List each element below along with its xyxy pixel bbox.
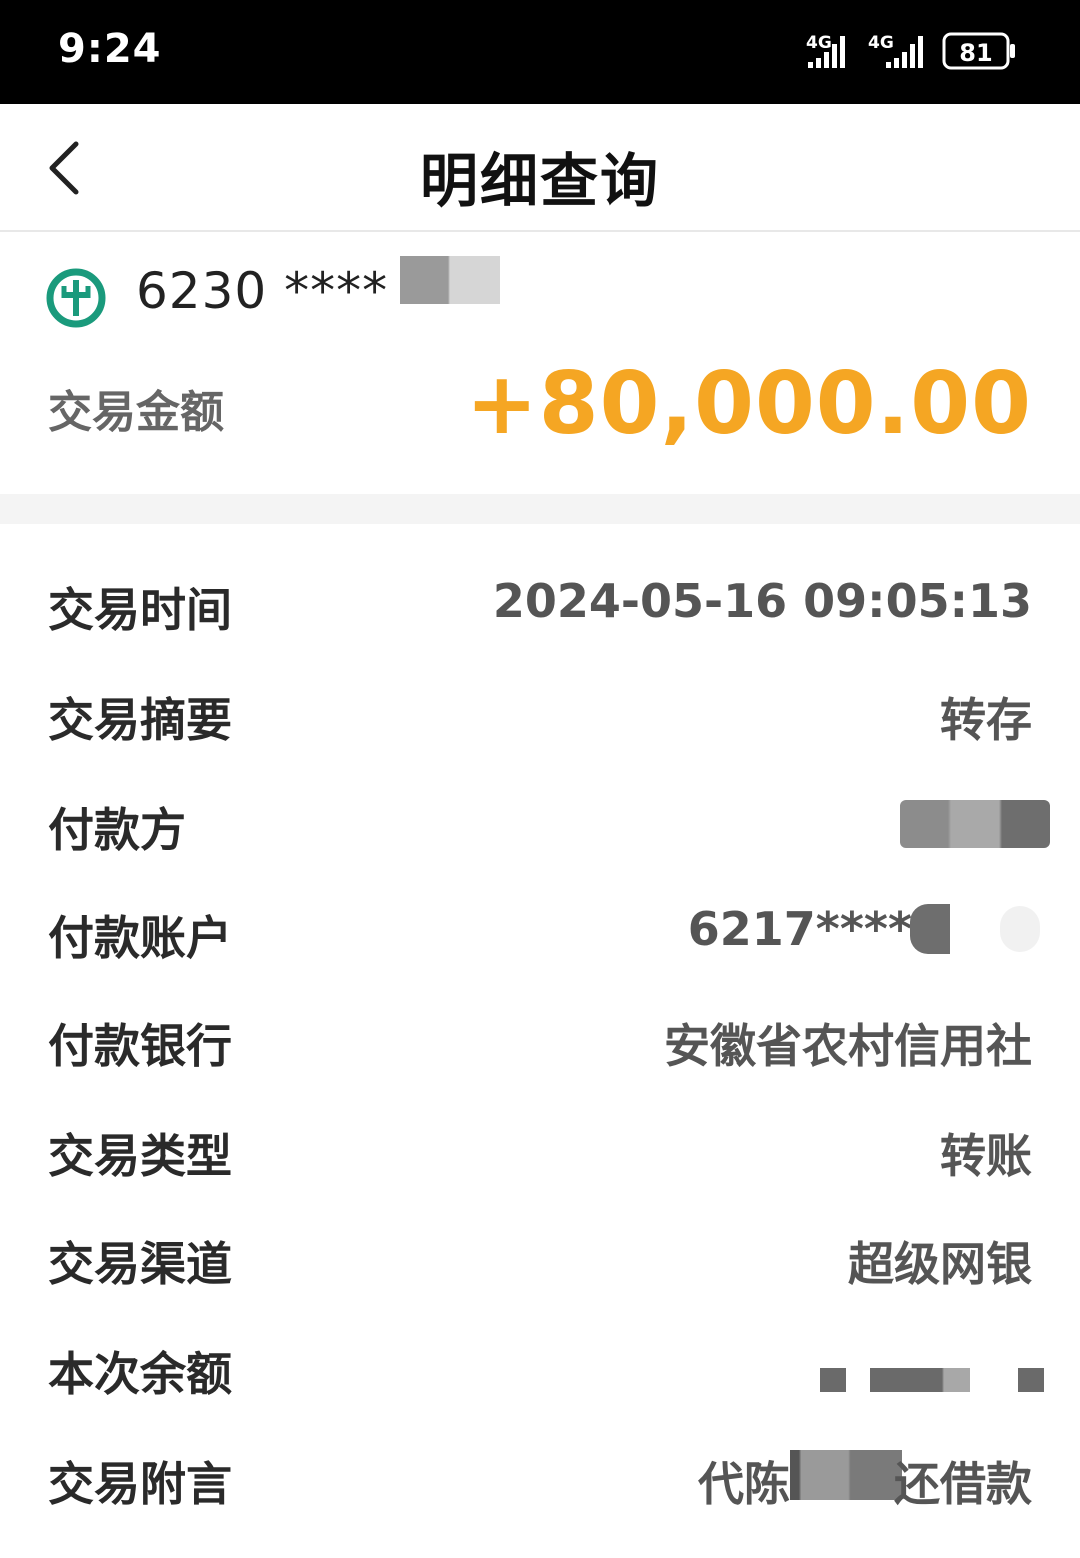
battery-icon: 81 — [942, 32, 1015, 70]
network-1-label: 4G — [806, 33, 832, 53]
detail-row-remark: 交易附言 代陈 还借款 — [0, 1424, 1080, 1532]
nav-bar: 明细查询 — [0, 104, 1080, 232]
redacted-account-tail — [1000, 906, 1040, 952]
amount-label: 交易金额 — [48, 387, 224, 438]
detail-row-channel: 交易渠道 超级网银 — [0, 1204, 1080, 1312]
redacted-account — [910, 904, 950, 954]
redacted-remark-name — [790, 1450, 902, 1500]
detail-value: 超级网银 — [848, 1237, 1032, 1291]
redacted-balance-3 — [1018, 1368, 1044, 1392]
detail-value-prefix: 代陈 — [698, 1457, 790, 1511]
detail-row-payer-bank: 付款银行 安徽省农村信用社 — [0, 986, 1080, 1094]
detail-value-suffix: 还借款 — [894, 1457, 1032, 1511]
status-bar: 9:24 4G 4G 81 — [0, 0, 1080, 104]
network-2-label: 4G — [868, 33, 894, 53]
redacted-balance-2 — [870, 1368, 970, 1392]
detail-row-balance: 本次余额 — [0, 1314, 1080, 1422]
detail-row-type: 交易类型 转账 — [0, 1096, 1080, 1204]
signal-2-icon: 4G — [868, 33, 923, 68]
signal-1-icon: 4G — [806, 33, 845, 68]
detail-label: 交易附言 — [48, 1457, 232, 1511]
redacted-card-digits — [400, 256, 500, 304]
detail-row-time: 交易时间 2024-05-16 09:05:13 — [0, 550, 1080, 658]
detail-row-summary: 交易摘要 转存 — [0, 660, 1080, 768]
detail-label: 付款账户 — [48, 911, 232, 965]
agricultural-bank-logo-icon — [46, 268, 106, 328]
detail-label: 交易类型 — [48, 1129, 232, 1183]
detail-label: 付款方 — [48, 803, 186, 857]
detail-value: 转存 — [940, 693, 1032, 747]
redacted-balance-1 — [820, 1368, 846, 1392]
card-number: 6230 **** — [136, 262, 389, 320]
redacted-payer — [900, 800, 1050, 848]
detail-row-payer: 付款方 — [0, 770, 1080, 878]
detail-value: 转账 — [940, 1129, 1032, 1183]
status-time: 9:24 — [58, 26, 162, 72]
battery-level: 81 — [959, 39, 992, 67]
section-divider — [0, 494, 1080, 524]
amount-value: +80,000.00 — [465, 354, 1032, 454]
page-title: 明细查询 — [419, 147, 660, 215]
detail-label: 本次余额 — [48, 1347, 232, 1401]
detail-row-payer-account: 付款账户 6217**** — [0, 878, 1080, 986]
detail-label: 交易时间 — [48, 583, 232, 637]
status-icons: 4G 4G 81 — [806, 32, 1015, 70]
detail-label: 交易摘要 — [48, 693, 232, 747]
detail-value: 安徽省农村信用社 — [664, 1019, 1032, 1073]
detail-label: 付款银行 — [48, 1019, 232, 1073]
detail-value: 6217**** — [687, 902, 912, 956]
detail-label: 交易渠道 — [48, 1237, 232, 1291]
card-summary: 6230 **** 交易金额 +80,000.00 — [0, 232, 1080, 494]
detail-value: 2024-05-16 09:05:13 — [492, 574, 1032, 628]
